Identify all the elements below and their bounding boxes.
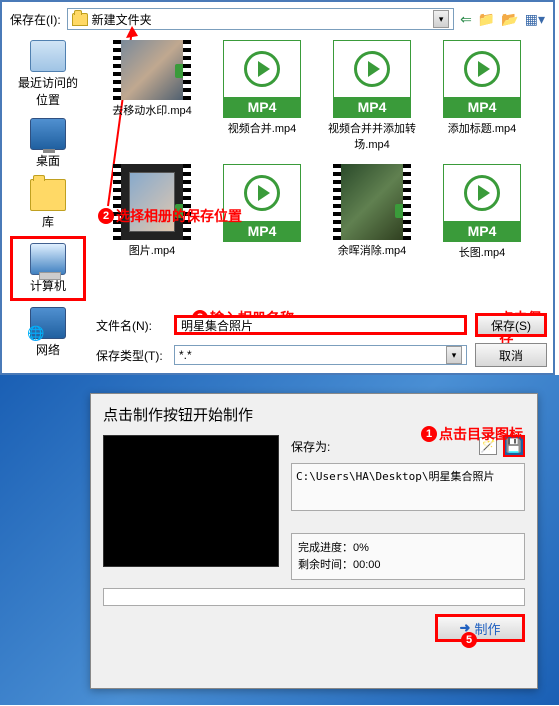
chevron-down-icon[interactable]: ▾ [446,346,462,364]
file-name: 添加标题.mp4 [448,120,516,136]
play-icon [464,51,500,87]
annotation-number-icon: 2 [98,208,114,224]
save-in-label: 保存在(I): [10,11,61,28]
mp4-thumbnail: MP4 [443,164,521,242]
file-name: 视频合并并添加转场.mp4 [324,120,420,152]
filename-row: 文件名(N): 保存(S) [96,313,547,337]
sidebar-item-label: 网络 [36,341,60,358]
file-item[interactable]: MP4 视频合并并添加转场.mp4 [324,40,420,152]
mp4-badge: MP4 [224,97,300,117]
save-button[interactable]: 保存(S) [475,313,547,337]
folder-icon [72,13,88,26]
sidebar-item-desktop[interactable]: 桌面 [10,114,86,173]
progress-value: 0% [353,542,369,554]
libraries-icon [30,179,66,211]
save-path-display: C:\Users\HA\Desktop\明星集合照片 [291,463,525,511]
file-name: 图片.mp4 [129,242,175,258]
video-thumbnail [333,164,411,240]
sidebar-item-label: 桌面 [36,152,60,169]
play-icon [354,51,390,87]
annotation-2: 2 选择相册的保存位置 [98,206,242,226]
desktop-icon [30,118,66,150]
filename-input[interactable] [174,315,467,335]
filetype-combo[interactable]: *.* ▾ [174,345,467,365]
make-button[interactable]: 制作 [435,614,525,642]
make-right-panel: 保存为: 🪄 C:\Users\HA\Desktop\明星集合照片 完成进度：0… [291,435,525,580]
network-icon [30,307,66,339]
cancel-button[interactable]: 取消 [475,343,547,367]
annotation-number-icon: 1 [421,426,437,442]
sidebar-item-libraries[interactable]: 库 [10,175,86,234]
filetype-row: 保存类型(T): *.* ▾ 取消 [96,343,547,367]
file-name: 视频合并.mp4 [228,120,296,136]
file-name: 去移动水印.mp4 [112,102,191,118]
file-name: 余晖消除.mp4 [338,242,406,258]
video-thumbnail [113,164,191,240]
preview-area [103,435,279,567]
new-folder-icon[interactable]: 📂 [501,11,518,28]
mp4-thumbnail: MP4 [223,164,301,242]
mp4-thumbnail: MP4 [443,40,521,118]
mp4-badge: MP4 [444,97,520,117]
computer-icon [30,243,66,275]
progress-info: 完成进度：0% 剩余时间：00:00 [291,533,525,580]
file-item[interactable]: 去移动水印.mp4 [104,40,200,152]
mp4-thumbnail: MP4 [223,40,301,118]
save-dialog: 保存在(I): 新建文件夹 ▾ ⇐ 📁 📂 ▦▾ 最近访问的位置 桌面 库 [0,0,555,375]
sidebar-item-recent[interactable]: 最近访问的位置 [10,36,86,112]
up-folder-icon[interactable]: 📁 [478,11,495,28]
view-menu-icon[interactable]: ▦▾ [525,11,545,28]
remain-value: 00:00 [353,559,381,571]
file-name: 长图.mp4 [459,244,505,260]
progress-bar [103,588,525,606]
save-fields: 文件名(N): 保存(S) 保存类型(T): *.* ▾ 取消 [96,313,547,367]
file-item[interactable]: 余晖消除.mp4 [324,164,420,260]
mp4-badge: MP4 [334,97,410,117]
annotation-text: 选择相册的保存位置 [116,206,242,226]
filename-label: 文件名(N): [96,317,166,334]
chevron-down-icon[interactable]: ▾ [433,10,449,28]
back-icon[interactable]: ⇐ [460,11,472,28]
file-item[interactable]: MP4 视频合并.mp4 [214,40,310,152]
sidebar-item-computer[interactable]: 计算机 [10,236,86,301]
video-thumbnail [113,40,191,100]
annotation-number-icon: 5 [461,632,477,648]
filetype-value: *.* [179,348,446,362]
filetype-label: 保存类型(T): [96,347,166,364]
save-location-bar: 保存在(I): 新建文件夹 ▾ ⇐ 📁 📂 ▦▾ [2,2,553,36]
save-floppy-icon[interactable] [503,435,525,457]
file-list: 去移动水印.mp4 MP4 视频合并.mp4 MP4 视频合并并添加转场.mp4… [96,36,547,306]
file-row: 去移动水印.mp4 MP4 视频合并.mp4 MP4 视频合并并添加转场.mp4… [96,36,547,156]
file-item[interactable]: MP4 长图.mp4 [434,164,530,260]
desktop-background: 点击制作按钮开始制作 1 点击目录图标 保存为: 🪄 C:\Users\HA\D… [0,375,559,705]
sidebar-item-label: 最近访问的位置 [14,74,82,108]
mp4-badge: MP4 [444,221,520,241]
annotation-5: 5 [461,632,477,648]
places-sidebar: 最近访问的位置 桌面 库 计算机 网络 [6,36,90,362]
file-item[interactable]: MP4 添加标题.mp4 [434,40,530,152]
progress-label: 完成进度： [298,542,353,554]
folder-name: 新建文件夹 [92,11,429,28]
mp4-thumbnail: MP4 [333,40,411,118]
format-badge-icon [175,64,189,78]
recent-places-icon [30,40,66,72]
make-button-label: 制作 [474,619,500,638]
sidebar-item-network[interactable]: 网络 [10,303,86,362]
folder-combo[interactable]: 新建文件夹 ▾ [67,8,454,30]
nav-icons: ⇐ 📁 📂 ▦▾ [460,11,545,28]
sidebar-item-label: 库 [42,213,54,230]
remain-label: 剩余时间： [298,559,353,571]
make-dialog: 点击制作按钮开始制作 1 点击目录图标 保存为: 🪄 C:\Users\HA\D… [90,393,538,689]
format-badge-icon [395,204,409,218]
make-body: 保存为: 🪄 C:\Users\HA\Desktop\明星集合照片 完成进度：0… [91,435,537,580]
play-icon [244,51,280,87]
play-icon [464,175,500,211]
play-icon [244,175,280,211]
